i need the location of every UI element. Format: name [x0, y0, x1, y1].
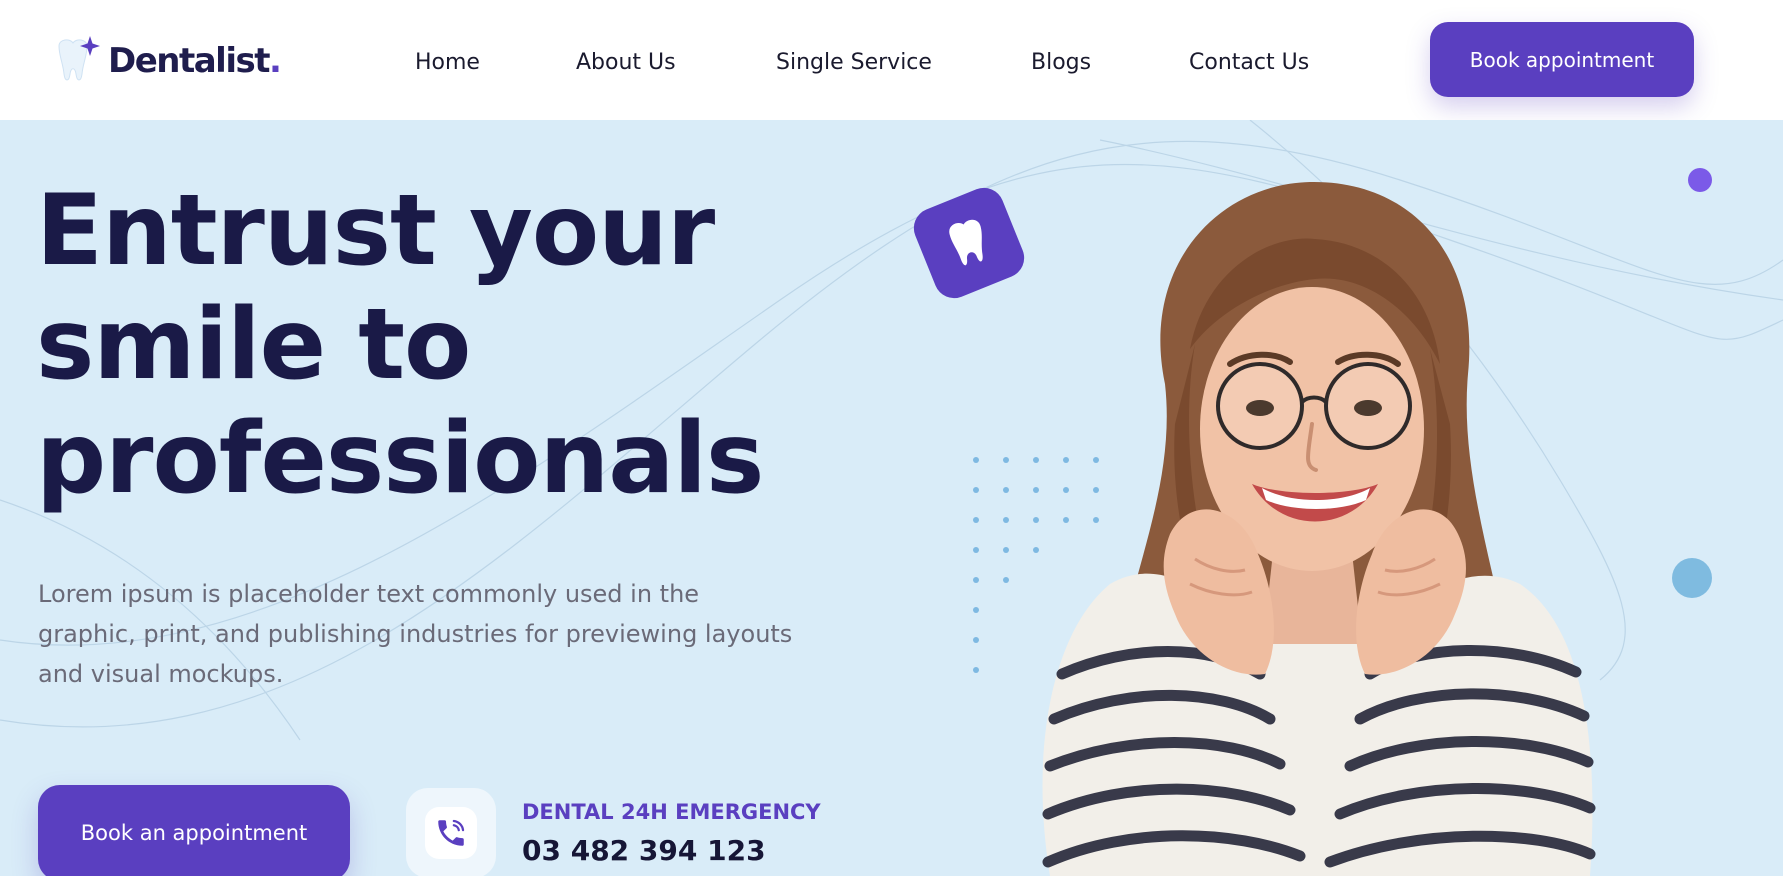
brand-name: Dentalist. [108, 41, 282, 81]
emergency-phone-number[interactable]: 03 482 394 123 [522, 834, 766, 867]
headline-line: professionals [36, 402, 764, 516]
book-appointment-button[interactable]: Book appointment [1430, 22, 1694, 97]
headline-line: smile to [36, 288, 471, 402]
phone-icon [438, 819, 465, 846]
book-an-appointment-button[interactable]: Book an appointment [38, 785, 350, 876]
tooth-sparkle-icon [54, 36, 104, 86]
nav-link-single-service[interactable]: Single Service [776, 50, 932, 75]
decorative-purple-dot [1688, 168, 1712, 192]
navbar: Dentalist. Home About Us Single Service … [0, 0, 1783, 120]
emergency-label: DENTAL 24H EMERGENCY [522, 800, 821, 824]
hero-description: Lorem ipsum is placeholder text commonly… [38, 580, 793, 688]
decorative-blue-dot [1672, 558, 1712, 598]
hero-headline: Entrust your smile to professionals [36, 174, 764, 516]
nav-link-blogs[interactable]: Blogs [1031, 50, 1091, 75]
emergency-phone-badge[interactable] [406, 788, 496, 876]
hero-section: Entrust your smile to professionals Lore… [0, 120, 1783, 876]
brand-logo[interactable]: Dentalist. [54, 36, 282, 86]
nav-link-home[interactable]: Home [415, 50, 480, 75]
nav-link-contact-us[interactable]: Contact Us [1189, 50, 1309, 75]
nav-link-about-us[interactable]: About Us [576, 50, 676, 75]
headline-line: Entrust your [36, 174, 715, 288]
hero-portrait-image [1042, 181, 1596, 876]
